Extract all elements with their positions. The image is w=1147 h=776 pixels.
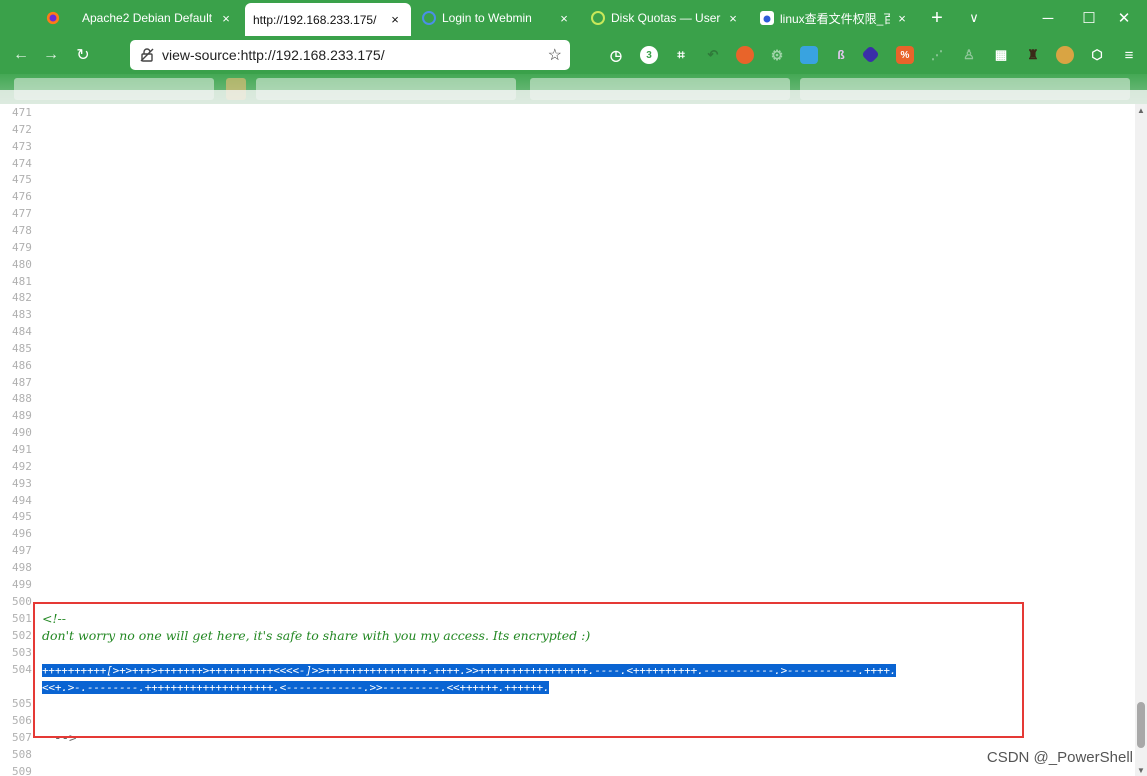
line-number: 476 (12, 190, 32, 203)
line-number: 486 (12, 359, 32, 372)
line-number: 498 (12, 561, 32, 574)
line-number: 505 (12, 697, 32, 710)
extensions-puzzle-icon[interactable]: ⬡ (1088, 46, 1106, 64)
extension-translate-icon[interactable]: % (896, 46, 914, 64)
tab-view-source[interactable]: http://192.168.233.175/ × (245, 3, 411, 36)
line-number: 482 (12, 291, 32, 304)
line-number: 492 (12, 460, 32, 473)
tab-list-button[interactable]: ∨ (952, 0, 996, 36)
undo-icon[interactable]: ↶ (704, 46, 722, 64)
line-number: 500 (12, 595, 32, 608)
line-number: 479 (12, 241, 32, 254)
crop-icon[interactable]: ⌗ (672, 46, 690, 64)
close-tab-icon[interactable]: × (556, 11, 572, 26)
forward-icon[interactable]: → (40, 44, 62, 66)
close-tab-icon[interactable]: × (387, 12, 403, 27)
line-number: 481 (12, 275, 32, 288)
extension-diamond-icon[interactable] (861, 45, 880, 64)
back-icon[interactable]: ← (10, 44, 32, 66)
line-number: 496 (12, 527, 32, 540)
line-number: 487 (12, 376, 32, 389)
line-number: 509 (12, 765, 32, 776)
tab-title: linux查看文件权限_百度 (780, 11, 890, 26)
history-icon[interactable]: ◷ (607, 46, 625, 64)
tab-title: http://192.168.233.175/ (253, 12, 377, 27)
usermin-icon (591, 11, 605, 25)
vertical-scrollbar[interactable]: ▲ ▼ (1135, 104, 1147, 776)
extension-blue-icon[interactable] (800, 46, 818, 64)
line-number: 506 (12, 714, 32, 727)
badge-extension-icon[interactable]: 3 (640, 46, 658, 64)
line-number: 503 (12, 646, 32, 659)
menu-icon[interactable]: ≡ (1120, 46, 1138, 64)
close-window-button[interactable]: ✕ (1101, 0, 1147, 36)
line-number: 480 (12, 258, 32, 271)
line-number: 508 (12, 748, 32, 761)
tab-webmin[interactable]: Login to Webmin × (414, 0, 580, 36)
address-bar[interactable]: view-source:http://192.168.233.175/ ☆ (130, 40, 570, 70)
line-number: 490 (12, 426, 32, 439)
webmin-icon (422, 11, 436, 25)
extension-hat-icon[interactable]: ♜ (1024, 46, 1042, 64)
line-number: 483 (12, 308, 32, 321)
line-number: 484 (12, 325, 32, 338)
line-number: 473 (12, 140, 32, 153)
navigation-toolbar: ← → ↻ view-source:http://192.168.233.175… (0, 36, 1147, 74)
tab-apache[interactable]: Apache2 Debian Default Pa × (74, 0, 242, 36)
line-number: 485 (12, 342, 32, 355)
line-number: 471 (12, 106, 32, 119)
tab-bar: Apache2 Debian Default Pa × http://192.1… (0, 0, 1147, 36)
extensions-grid-icon[interactable]: ▦ (992, 46, 1010, 64)
bookmark-star-icon[interactable]: ☆ (548, 45, 562, 65)
scroll-up-icon[interactable]: ▲ (1135, 104, 1147, 116)
highlight-box (33, 602, 1024, 738)
line-number: 493 (12, 477, 32, 490)
baidu-icon (760, 11, 774, 25)
line-number: 499 (12, 578, 32, 591)
line-number: 475 (12, 173, 32, 186)
firefox-icon (46, 11, 60, 25)
tab-title: Login to Webmin (442, 11, 532, 25)
extension-orange-icon[interactable] (736, 46, 754, 64)
minimize-button[interactable]: ─ (1025, 0, 1071, 36)
line-number: 504 (12, 663, 32, 676)
line-number: 472 (12, 123, 32, 136)
firefox-menu-icon[interactable] (38, 0, 68, 36)
tab-usermin[interactable]: Disk Quotas — Usermi × (583, 0, 749, 36)
tab-title: Disk Quotas — Usermi (611, 11, 721, 25)
close-tab-icon[interactable]: × (725, 11, 741, 26)
line-number: 495 (12, 510, 32, 523)
line-number: 507 (12, 731, 32, 744)
bookmarks-bar (0, 74, 1147, 104)
extension-user-icon[interactable]: ♙ (960, 46, 978, 64)
line-number: 491 (12, 443, 32, 456)
line-number: 497 (12, 544, 32, 557)
line-number: 502 (12, 629, 32, 642)
close-tab-icon[interactable]: × (894, 11, 910, 26)
extension-cookie-icon[interactable] (1056, 46, 1074, 64)
extension-mask-icon[interactable]: ß (832, 46, 850, 64)
scroll-thumb[interactable] (1137, 702, 1145, 748)
line-number: 477 (12, 207, 32, 220)
extension-gear-icon[interactable]: ⚙ (768, 46, 786, 64)
close-tab-icon[interactable]: × (218, 11, 234, 26)
url-text: view-source:http://192.168.233.175/ (162, 47, 385, 63)
watermark: CSDN @_PowerShell (986, 749, 1133, 766)
tab-title: Apache2 Debian Default Pa (82, 11, 214, 25)
line-number: 478 (12, 224, 32, 237)
page-info-icon[interactable] (140, 48, 154, 62)
view-source-content[interactable]: 471 472 473 474 475 476 477 478 479 480 481 482 483 4… (0, 104, 1135, 776)
extension-share-icon[interactable]: ⋰ (928, 46, 946, 64)
scroll-down-icon[interactable]: ▼ (1135, 764, 1147, 776)
reload-icon[interactable]: ↻ (72, 44, 94, 66)
line-number: 501 (12, 612, 32, 625)
line-number: 474 (12, 157, 32, 170)
tab-baidu[interactable]: linux查看文件权限_百度 × (752, 0, 918, 36)
line-number: 488 (12, 392, 32, 405)
line-number: 489 (12, 409, 32, 422)
line-number: 494 (12, 494, 32, 507)
